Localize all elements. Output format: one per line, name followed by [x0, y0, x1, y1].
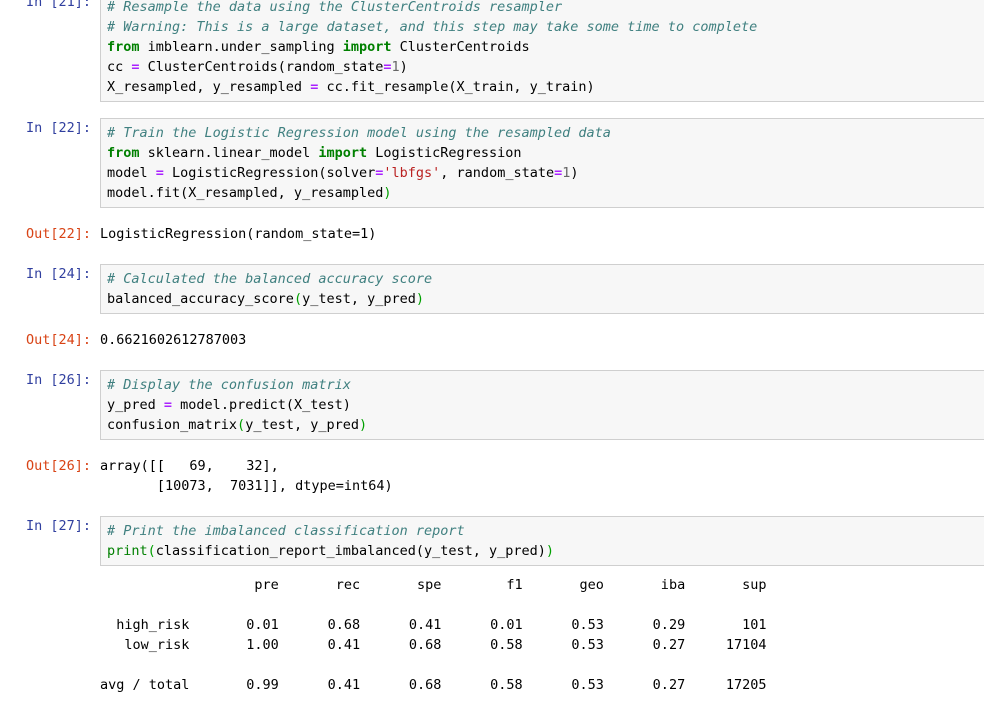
code-bracket-match: ( — [293, 291, 303, 307]
code-lines-24: # Calculated the balanced accuracy score… — [107, 269, 980, 309]
report-blank-row — [100, 655, 984, 675]
output-area-26: array([[ 69, 32], [10073, 7031]], dtype=… — [100, 456, 984, 496]
output-area-24: 0.6621602612787003 — [100, 330, 984, 350]
code-comment: # Display the confusion matrix — [107, 377, 351, 393]
code-string: 'lbfgs' — [383, 165, 441, 181]
code-function-name: balanced_accuracy_score — [107, 291, 294, 307]
notebook-cell-in-22[interactable]: In [22]: # Train the Logistic Regression… — [0, 118, 984, 208]
out-prompt-26[interactable]: Out[26]: — [0, 456, 100, 476]
cell-spacer — [0, 208, 984, 224]
out-prompt-24[interactable]: Out[24]: — [0, 330, 100, 350]
code-text: X_resampled, y_resampled — [107, 79, 311, 95]
notebook-cell-stream-output: pre rec spe f1 geo iba sup high_risk 0.0… — [0, 575, 984, 695]
code-function-name: confusion_matrix — [107, 417, 238, 433]
code-lines-21: # Resample the data using the ClusterCen… — [107, 0, 980, 97]
notebook-cell-out-26: Out[26]: array([[ 69, 32], [10073, 7031]… — [0, 456, 984, 496]
notebook-cell-in-21[interactable]: In [21]: # Resample the data using the C… — [0, 0, 984, 102]
cell-spacer — [0, 314, 984, 330]
code-editor-27[interactable]: # Print the imbalanced classification re… — [100, 516, 984, 566]
report-row-high-risk: high_risk 0.01 0.68 0.41 0.01 0.53 0.29 … — [100, 617, 767, 633]
in-prompt-21[interactable]: In [21]: — [0, 0, 100, 12]
notebook-cell-out-24: Out[24]: 0.6621602612787003 — [0, 330, 984, 350]
code-bracket-match: ( — [237, 417, 246, 433]
notebook-cell-in-24[interactable]: In [24]: # Calculated the balanced accur… — [0, 264, 984, 314]
code-editor-24[interactable]: # Calculated the balanced accuracy score… — [100, 264, 984, 314]
code-bracket-match: ( — [147, 543, 156, 559]
code-text: ) — [570, 165, 579, 181]
code-editor-21[interactable]: # Resample the data using the ClusterCen… — [100, 0, 984, 102]
code-operator: = — [163, 397, 173, 413]
in-prompt-26[interactable]: In [26]: — [0, 370, 100, 390]
cell-spacer — [0, 440, 984, 456]
code-keyword-import: import — [318, 145, 368, 161]
cell-spacer — [0, 566, 984, 575]
confusion-matrix-row-2: [10073, 7031]], dtype=int64) — [100, 478, 393, 494]
output-text-22: LogisticRegression(random_state=1) — [100, 226, 377, 242]
code-text: y_pred — [107, 397, 164, 413]
output-area-22: LogisticRegression(random_state=1) — [100, 224, 984, 244]
code-comment: # Train the Logistic Regression model us… — [107, 125, 611, 141]
code-operator: = — [155, 165, 164, 181]
cell-spacer — [0, 102, 984, 118]
code-imported-name: ClusterCentroids — [391, 39, 530, 55]
report-blank-row — [100, 595, 984, 615]
code-text: model — [107, 165, 156, 181]
code-text: ) — [399, 59, 408, 75]
cell-spacer — [0, 350, 984, 370]
classification-report: pre rec spe f1 geo iba sup high_risk 0.0… — [100, 575, 984, 695]
code-lines-26: # Display the confusion matrix y_pred = … — [107, 375, 980, 435]
code-keyword-import: import — [342, 39, 392, 55]
notebook-container: In [21]: # Resample the data using the C… — [0, 0, 984, 695]
in-prompt-27[interactable]: In [27]: — [0, 516, 100, 536]
code-text: ClusterCentroids(random_state — [139, 59, 384, 75]
code-args: y_test, y_pred — [302, 291, 416, 307]
in-prompt-22[interactable]: In [22]: — [0, 118, 100, 138]
confusion-matrix-row-1: array([[ 69, 32], — [100, 458, 279, 474]
code-imported-name: LogisticRegression — [367, 145, 522, 161]
balanced-accuracy-score-value: 0.6621602612787003 — [100, 332, 247, 348]
notebook-cell-in-27[interactable]: In [27]: # Print the imbalanced classifi… — [0, 516, 984, 566]
code-bracket-match: ) — [415, 291, 425, 307]
code-editor-26[interactable]: # Display the confusion matrix y_pred = … — [100, 370, 984, 440]
code-text: model.fit(X_resampled, y_resampled — [107, 185, 384, 201]
code-module-path: imblearn.under_sampling — [139, 39, 343, 55]
code-lines-22: # Train the Logistic Regression model us… — [107, 123, 980, 203]
code-text: cc.fit_resample(X_train, y_train) — [318, 79, 595, 95]
code-bracket-match: ) — [383, 185, 392, 201]
out-prompt-22[interactable]: Out[22]: — [0, 224, 100, 244]
code-comment: # Resample the data using the ClusterCen… — [107, 0, 563, 15]
cell-spacer — [0, 244, 984, 264]
code-operator: = — [554, 165, 563, 181]
report-row-low-risk: low_risk 1.00 0.41 0.68 0.58 0.53 0.27 1… — [100, 637, 767, 653]
cell-spacer — [0, 496, 984, 516]
code-operator: = — [383, 59, 392, 75]
code-comment: # Calculated the balanced accuracy score — [107, 271, 433, 287]
code-text: cc — [107, 59, 132, 75]
notebook-cell-out-22: Out[22]: LogisticRegression(random_state… — [0, 224, 984, 244]
code-module-path: sklearn.linear_model — [139, 145, 319, 161]
code-args: y_test, y_pred — [245, 417, 359, 433]
code-bracket-match: ) — [545, 543, 555, 559]
code-number: 1 — [391, 59, 400, 75]
code-editor-22[interactable]: # Train the Logistic Regression model us… — [100, 118, 984, 208]
code-builtin-print: print — [107, 543, 148, 559]
in-prompt-24[interactable]: In [24]: — [0, 264, 100, 284]
code-comment: # Warning: This is a large dataset, and … — [107, 19, 758, 35]
report-row-avg-total: avg / total 0.99 0.41 0.68 0.58 0.53 0.2… — [100, 677, 767, 693]
code-args: classification_report_imbalanced(y_test,… — [155, 543, 546, 559]
report-header-row: pre rec spe f1 geo iba sup — [100, 577, 767, 593]
code-keyword-from: from — [107, 39, 140, 55]
code-keyword-from: from — [107, 145, 140, 161]
code-text: , random_state — [440, 165, 555, 181]
code-operator: = — [131, 59, 140, 75]
code-lines-27: # Print the imbalanced classification re… — [107, 521, 980, 561]
code-text: model.predict(X_test) — [172, 397, 351, 413]
code-text: LogisticRegression(solver — [163, 165, 376, 181]
notebook-cell-in-26[interactable]: In [26]: # Display the confusion matrix … — [0, 370, 984, 440]
code-bracket-match: ) — [358, 417, 368, 433]
code-comment: # Print the imbalanced classification re… — [107, 523, 465, 539]
